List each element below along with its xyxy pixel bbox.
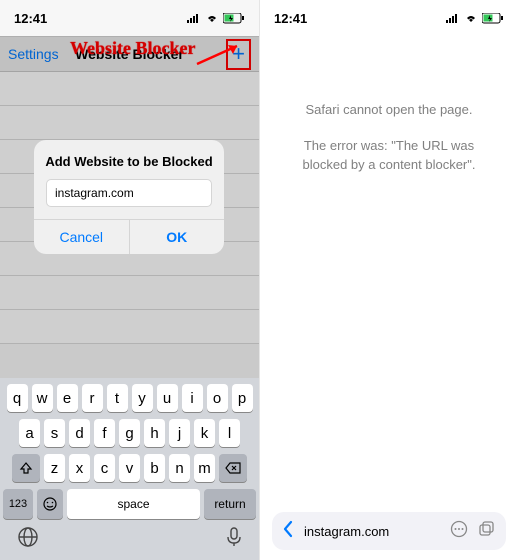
key-z[interactable]: z — [44, 454, 65, 482]
page-menu-button[interactable] — [450, 520, 468, 543]
status-icons — [187, 13, 245, 24]
safari-error: Safari cannot open the page. The error w… — [260, 100, 518, 191]
key-w[interactable]: w — [32, 384, 53, 412]
error-line-2: The error was: "The URL was blocked by a… — [280, 136, 498, 175]
annotation-arrow-icon — [195, 40, 255, 70]
tabs-icon — [478, 520, 496, 538]
status-bar: 12:41 — [0, 0, 259, 36]
key-o[interactable]: o — [207, 384, 228, 412]
key-b[interactable]: b — [144, 454, 165, 482]
wifi-icon — [464, 13, 478, 23]
key-l[interactable]: l — [219, 419, 240, 447]
phone-right: 12:41 Safari cannot open the page. The e… — [259, 0, 518, 560]
key-f[interactable]: f — [94, 419, 115, 447]
key-e[interactable]: e — [57, 384, 78, 412]
tabs-button[interactable] — [478, 520, 496, 543]
key-d[interactable]: d — [69, 419, 90, 447]
number-key[interactable]: 123 — [3, 489, 33, 519]
ellipsis-circle-icon — [450, 520, 468, 538]
status-icons — [446, 13, 504, 24]
safari-address-bar[interactable]: instagram.com — [272, 512, 506, 550]
key-q[interactable]: q — [7, 384, 28, 412]
backspace-icon — [224, 461, 242, 475]
error-line-1: Safari cannot open the page. — [280, 100, 498, 120]
key-m[interactable]: m — [194, 454, 215, 482]
alert-title: Add Website to be Blocked — [34, 140, 224, 179]
key-h[interactable]: h — [144, 419, 165, 447]
emoji-icon — [42, 496, 58, 512]
key-j[interactable]: j — [169, 419, 190, 447]
back-button[interactable] — [282, 520, 294, 543]
key-t[interactable]: t — [107, 384, 128, 412]
battery-icon — [223, 13, 245, 24]
key-p[interactable]: p — [232, 384, 253, 412]
key-k[interactable]: k — [194, 419, 215, 447]
keyboard: qwertyuiop asdfghjkl zxcvbnm 123 space r… — [0, 378, 259, 560]
mic-key[interactable] — [226, 526, 242, 554]
status-bar: 12:41 — [260, 0, 518, 36]
mic-icon — [226, 526, 242, 548]
key-v[interactable]: v — [119, 454, 140, 482]
chevron-left-icon — [282, 520, 294, 538]
emoji-key[interactable] — [37, 489, 63, 519]
key-n[interactable]: n — [169, 454, 190, 482]
wifi-icon — [205, 13, 219, 23]
shift-icon — [19, 461, 33, 475]
key-g[interactable]: g — [119, 419, 140, 447]
shift-key[interactable] — [12, 454, 40, 482]
status-time: 12:41 — [274, 11, 307, 26]
key-i[interactable]: i — [182, 384, 203, 412]
key-u[interactable]: u — [157, 384, 178, 412]
ok-button[interactable]: OK — [130, 220, 225, 254]
globe-key[interactable] — [17, 526, 39, 554]
signal-icon — [446, 13, 460, 23]
url-text[interactable]: instagram.com — [304, 524, 440, 539]
backspace-key[interactable] — [219, 454, 247, 482]
phone-left: 12:41 Settings Website Blocker + Website… — [0, 0, 259, 560]
key-c[interactable]: c — [94, 454, 115, 482]
website-input[interactable] — [46, 179, 212, 207]
key-a[interactable]: a — [19, 419, 40, 447]
annotation-text: Website Blocker — [70, 38, 195, 59]
globe-icon — [17, 526, 39, 548]
battery-icon — [482, 13, 504, 24]
add-website-alert: Add Website to be Blocked Cancel OK — [34, 140, 224, 254]
cancel-button[interactable]: Cancel — [34, 220, 130, 254]
return-key[interactable]: return — [204, 489, 256, 519]
key-x[interactable]: x — [69, 454, 90, 482]
key-y[interactable]: y — [132, 384, 153, 412]
key-r[interactable]: r — [82, 384, 103, 412]
signal-icon — [187, 13, 201, 23]
space-key[interactable]: space — [67, 489, 200, 519]
key-s[interactable]: s — [44, 419, 65, 447]
status-time: 12:41 — [14, 11, 47, 26]
